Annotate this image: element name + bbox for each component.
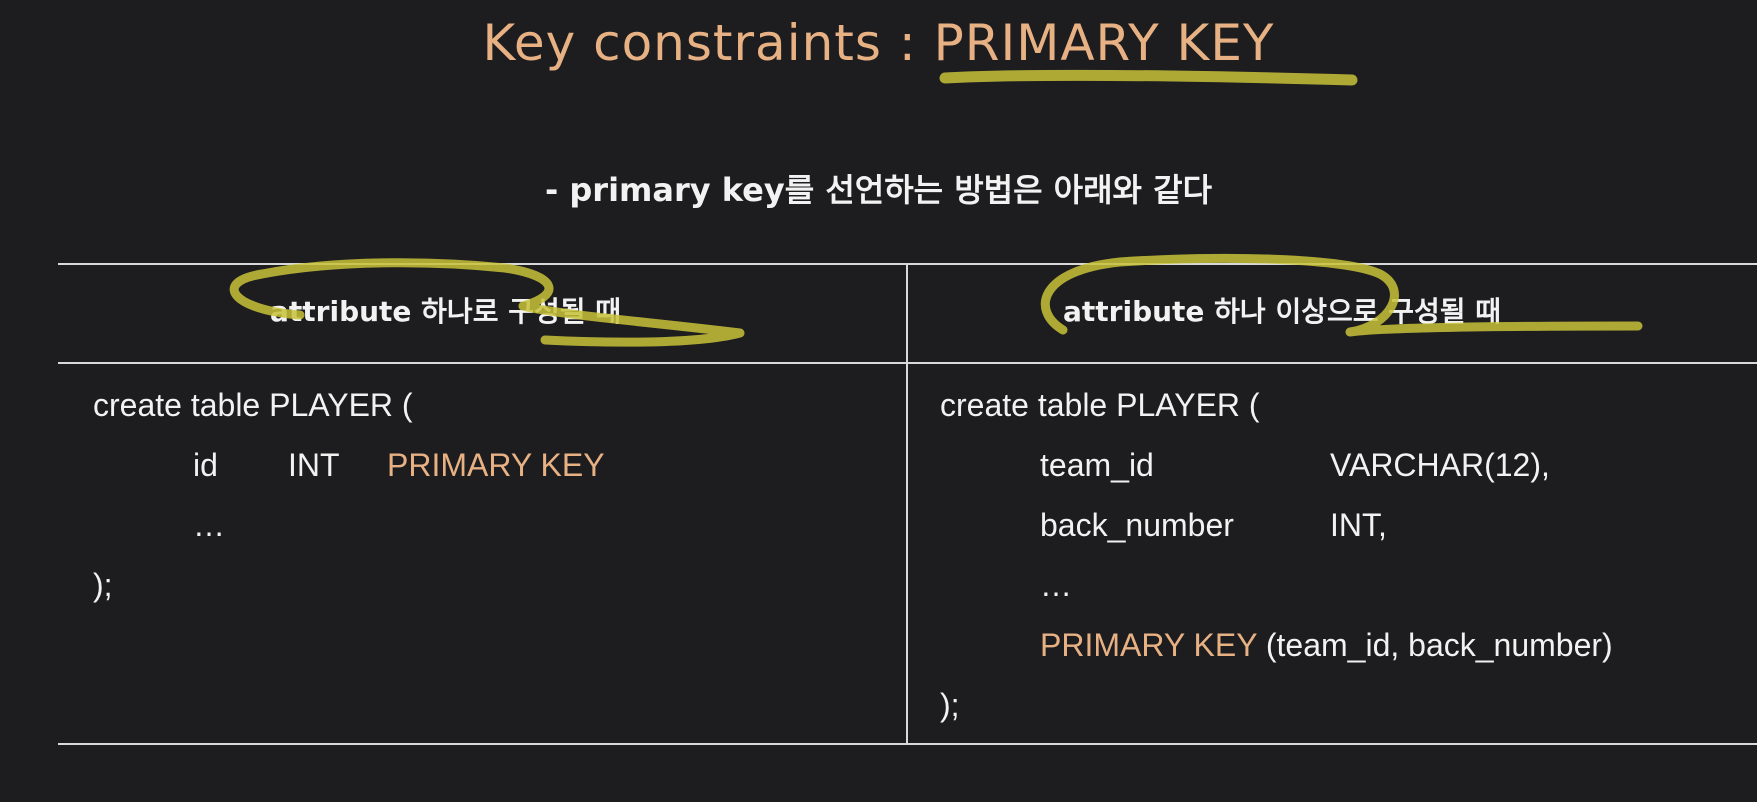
right-code-line1: create table PLAYER (	[940, 387, 1260, 423]
right-code-varchar: VARCHAR(12),	[1330, 447, 1550, 483]
right-code-key-columns: (team_id, back_number)	[1256, 627, 1613, 663]
right-code-team-id: team_id	[1040, 447, 1154, 483]
left-code-close: );	[93, 567, 113, 603]
left-code-ellipsis: …	[193, 507, 225, 543]
right-code-ellipsis: …	[1040, 567, 1072, 603]
right-code-int: INT,	[1330, 507, 1387, 543]
right-code-close: );	[940, 687, 960, 723]
left-code-primary-key: PRIMARY KEY	[387, 447, 605, 483]
header-multi-attribute: attribute 하나 이상으로 구성될 때	[1063, 295, 1502, 328]
title-underline-stroke	[939, 69, 1358, 86]
slide-title: Key constraints : PRIMARY KEY	[0, 14, 1757, 72]
title-prefix: Key constraints :	[482, 14, 934, 72]
right-code-primary-key-line: PRIMARY KEY (team_id, back_number)	[1040, 627, 1613, 664]
left-code-line1: create table PLAYER (	[93, 387, 413, 423]
title-highlight: PRIMARY KEY	[933, 14, 1275, 72]
slide: Key constraints : PRIMARY KEY - primary …	[0, 0, 1757, 802]
slide-subtitle: - primary key를 선언하는 방법은 아래와 같다	[544, 171, 1213, 209]
right-code-primary-key: PRIMARY KEY	[1040, 627, 1257, 663]
header-single-attribute: attribute 하나로 구성될 때	[270, 295, 621, 328]
left-code-int: INT	[288, 447, 340, 483]
right-code-back-number: back_number	[1040, 507, 1234, 543]
table-column-divider	[906, 263, 908, 744]
left-code-id: id	[193, 447, 218, 483]
